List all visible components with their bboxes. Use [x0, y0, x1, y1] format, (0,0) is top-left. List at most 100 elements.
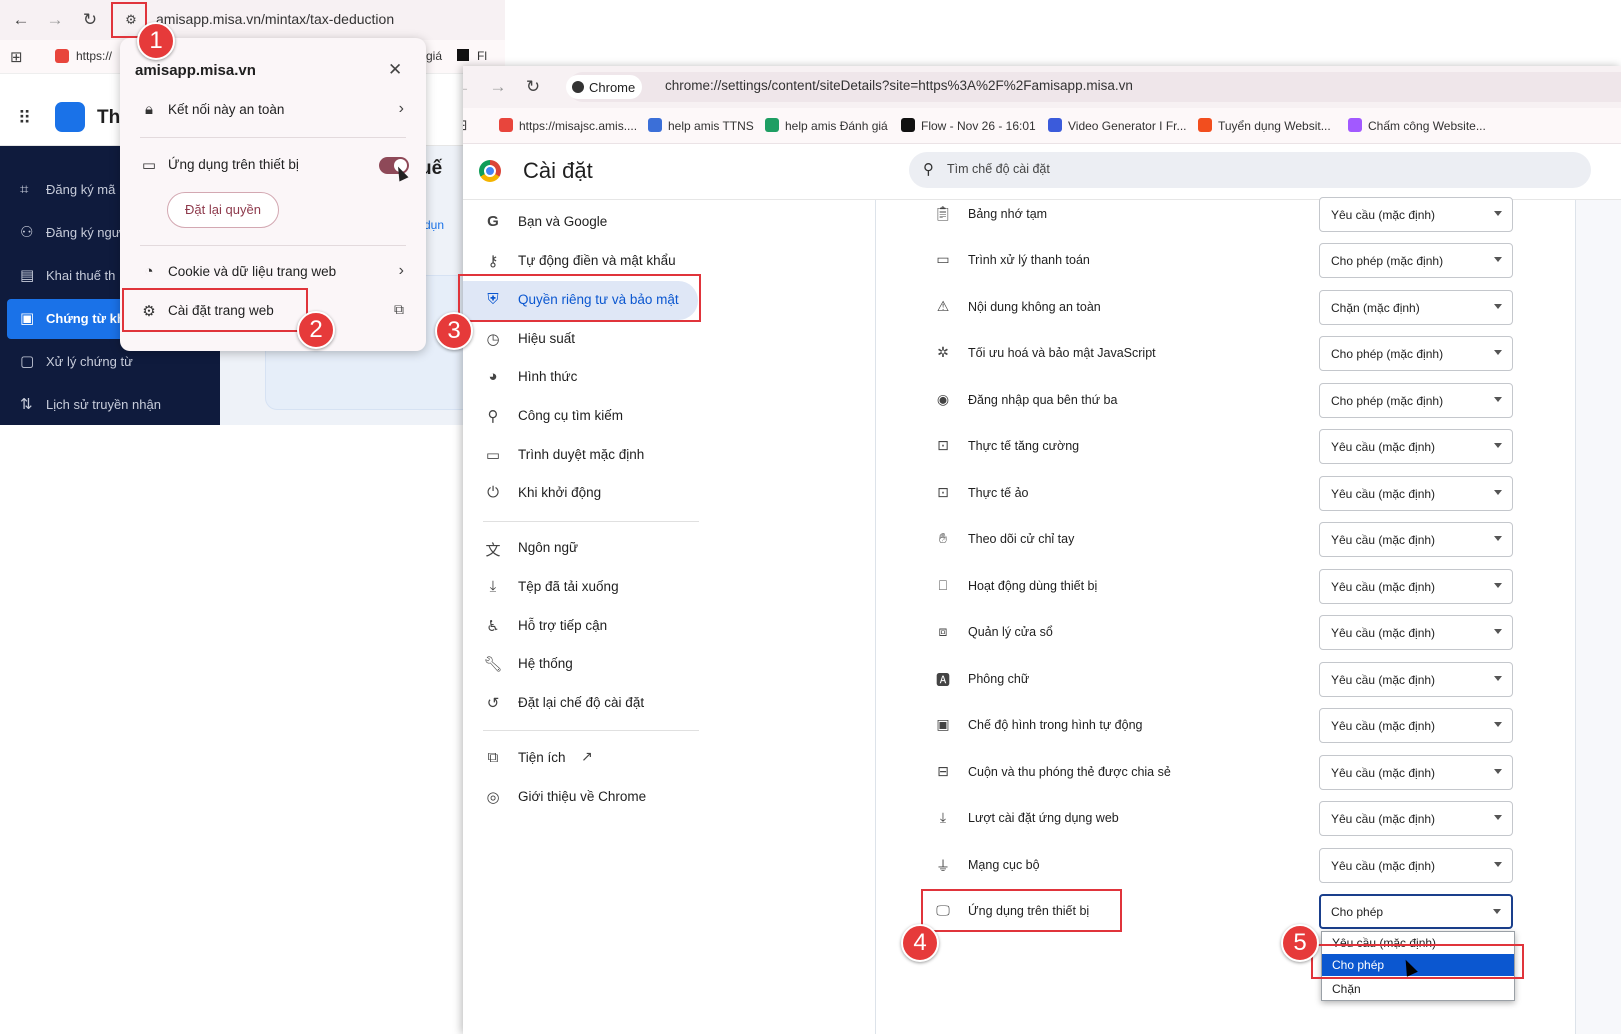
bookmark-link[interactable]: Tuyển dụng Websit...	[1198, 118, 1331, 133]
permission-row-auto-pip: ▣ Chế độ hình trong hình tự động Yêu cầu (…	[875, 703, 1576, 749]
permission-select[interactable]: Cho phép (mặc định)	[1319, 383, 1513, 418]
permission-select-device-apps[interactable]: Cho phép	[1319, 894, 1513, 929]
router-icon: ⏚	[936, 858, 950, 874]
nav-extensions[interactable]: ⧉ Tiện ích ↗	[463, 739, 708, 778]
dropdown-option-block[interactable]: Chặn	[1322, 978, 1514, 1000]
select-value: Chặn (mặc định)	[1331, 301, 1420, 315]
permission-select[interactable]: Cho phép (mặc định)	[1319, 336, 1513, 371]
power-icon: ⏻	[487, 484, 499, 501]
back-arrow-icon[interactable]: ←	[10, 9, 32, 31]
connection-secure-row[interactable]: 🔒︎ Kết nối này an toàn ›	[120, 93, 426, 129]
nav-label: Trình duyệt mặc định	[518, 447, 645, 462]
bookmark-link[interactable]: https://	[76, 49, 112, 63]
dropdown-arrow-icon	[1494, 397, 1502, 402]
permission-label: Bảng nhớ tạm	[968, 207, 1048, 221]
reset-permissions-button[interactable]: Đặt lại quyền	[167, 192, 279, 228]
permission-select[interactable]: Yêu cầu (mặc định)	[1319, 801, 1513, 836]
popup-domain: amisapp.misa.vn	[135, 62, 256, 79]
bookmark-link[interactable]: Video Generator I Fr...	[1048, 118, 1187, 133]
bookmark-link[interactable]: giá	[426, 49, 442, 63]
permission-select[interactable]: Yêu cầu (mặc định)	[1319, 429, 1513, 464]
select-value: Yêu cầu (mặc định)	[1331, 859, 1436, 873]
nav-appearance[interactable]: ◕ Hình thức	[463, 358, 708, 397]
cookies-row[interactable]: ◔ Cookie và dữ liệu trang web ›	[120, 255, 426, 291]
content-tab-partial[interactable]: dụn	[424, 218, 444, 232]
permission-select[interactable]: Chặn (mặc định)	[1319, 290, 1513, 325]
nav-languages[interactable]: 文 Ngôn ngữ	[463, 529, 708, 568]
bookmark-link[interactable]: Flow - Nov 26 - 16:01	[901, 118, 1036, 133]
forward-arrow-icon[interactable]: →	[44, 9, 66, 31]
dropdown-arrow-icon	[1494, 490, 1502, 495]
permission-select[interactable]: Yêu cầu (mặc định)	[1319, 615, 1513, 650]
reload-icon[interactable]: ↻	[522, 76, 544, 98]
bookmark-favicon	[765, 118, 779, 132]
windows-icon: ⧈	[938, 623, 948, 639]
permission-label: Đăng nhập qua bên thứ ba	[968, 393, 1118, 407]
permission-select[interactable]: Yêu cầu (mặc định)	[1319, 848, 1513, 883]
nav-on-startup[interactable]: ⏻ Khi khởi động	[463, 474, 708, 513]
permission-row-augmented-reality: ⊡ Thực tế tăng cường Yêu cầu (mặc định)	[875, 424, 1576, 470]
divider	[140, 137, 406, 138]
bookmark-link[interactable]: Fl	[477, 49, 487, 63]
nav-default-browser[interactable]: ▭ Trình duyệt mặc định	[463, 436, 708, 475]
transfer-icon: ⇅	[20, 396, 33, 413]
download-icon: ⤓	[489, 578, 497, 595]
permission-select[interactable]: Cho phép (mặc định)	[1319, 243, 1513, 278]
nav-performance[interactable]: ◷ Hiệu suất	[463, 320, 708, 359]
js-icon: ✲	[937, 344, 949, 360]
permission-row-web-app-install: ⤓ Lượt cài đặt ứng dụng web Yêu cầu (mặc đ…	[875, 796, 1576, 842]
select-value: Cho phép (mặc định)	[1331, 394, 1444, 408]
permission-select[interactable]: Yêu cầu (mặc định)	[1319, 755, 1513, 790]
permission-select[interactable]: Yêu cầu (mặc định)	[1319, 197, 1513, 232]
permission-select[interactable]: Yêu cầu (mặc định)	[1319, 708, 1513, 743]
bookmark-link[interactable]: https://misajsc.amis....	[499, 118, 637, 133]
nav-search-engine[interactable]: ⚲ Công cụ tìm kiếm	[463, 397, 708, 436]
permission-select[interactable]: Yêu cầu (mặc định)	[1319, 476, 1513, 511]
dropdown-arrow-icon	[1494, 350, 1502, 355]
bookmark-label: help amis TTNS	[668, 119, 754, 133]
dropdown-arrow-icon	[1494, 583, 1502, 588]
nav-you-and-google[interactable]: G Bạn và Google	[463, 203, 708, 242]
bookmark-label: https://misajsc.amis....	[519, 119, 638, 133]
step-badge-3: 3	[435, 312, 473, 350]
address-bar[interactable]: chrome://settings/content/siteDetails?si…	[665, 78, 1133, 93]
back-arrow-icon[interactable]: ←	[463, 76, 473, 98]
forward-arrow-icon[interactable]: →	[487, 76, 509, 98]
select-value: Cho phép (mặc định)	[1331, 254, 1444, 268]
nav-about-chrome[interactable]: ◎ Giới thiệu về Chrome	[463, 778, 708, 817]
key-icon: ⚷	[487, 253, 499, 270]
apps-grid-icon[interactable]: ⊞	[463, 116, 468, 134]
app-launcher-icon[interactable]: ⠿	[18, 108, 31, 129]
nav-accessibility[interactable]: ♿︎ Hỗ trợ tiếp cận	[463, 607, 708, 646]
close-icon[interactable]: ✕	[388, 60, 402, 80]
nav-downloads[interactable]: ⤓ Tệp đã tải xuống	[463, 568, 708, 607]
permission-label: Hoạt động dùng thiết bị	[968, 579, 1098, 593]
permission-select[interactable]: Yêu cầu (mặc định)	[1319, 569, 1513, 604]
permission-label: Thực tế ảo	[968, 486, 1029, 500]
permission-row-clipboard: 📋︎ Bảng nhớ tạm Yêu cầu (mặc định)	[875, 192, 1576, 238]
sidebar-item-lich-su[interactable]: ⇅ Lịch sử truyền nhận	[0, 385, 220, 425]
permission-row-javascript-optimizer: ✲ Tối ưu hoá và bảo mật JavaScript Cho phé…	[875, 331, 1576, 377]
permission-select[interactable]: Yêu cầu (mặc định)	[1319, 522, 1513, 557]
nav-reset-settings[interactable]: ↺ Đặt lại chế độ cài đặt	[463, 684, 708, 723]
bookmark-link[interactable]: Chấm công Website...	[1348, 118, 1486, 133]
step-badge-1: 1	[137, 22, 175, 60]
card-icon: ▭	[936, 251, 950, 267]
address-bar[interactable]: amisapp.misa.vn/mintax/tax-deduction	[156, 11, 394, 27]
nav-divider	[483, 730, 699, 731]
accessibility-icon: ♿︎	[486, 618, 500, 635]
permission-select[interactable]: Yêu cầu (mặc định)	[1319, 662, 1513, 697]
permission-label: Mạng cục bộ	[968, 858, 1040, 872]
nav-label: Giới thiệu về Chrome	[518, 789, 647, 804]
reload-icon[interactable]: ↻	[79, 9, 101, 31]
bookmark-link[interactable]: help amis Đánh giá	[765, 118, 888, 133]
dropdown-arrow-icon	[1494, 211, 1502, 216]
nav-system[interactable]: 🔧︎ Hệ thống	[463, 645, 708, 684]
select-value: Yêu cầu (mặc định)	[1331, 719, 1436, 733]
bookmark-favicon	[499, 118, 513, 132]
permission-label: Phông chữ	[968, 672, 1030, 686]
search-placeholder: Tìm chế độ cài đặt	[947, 162, 1050, 176]
bookmark-label: Tuyển dụng Websit...	[1218, 119, 1331, 133]
apps-grid-icon[interactable]: ⊞	[10, 48, 23, 66]
bookmark-link[interactable]: help amis TTNS	[648, 118, 754, 133]
